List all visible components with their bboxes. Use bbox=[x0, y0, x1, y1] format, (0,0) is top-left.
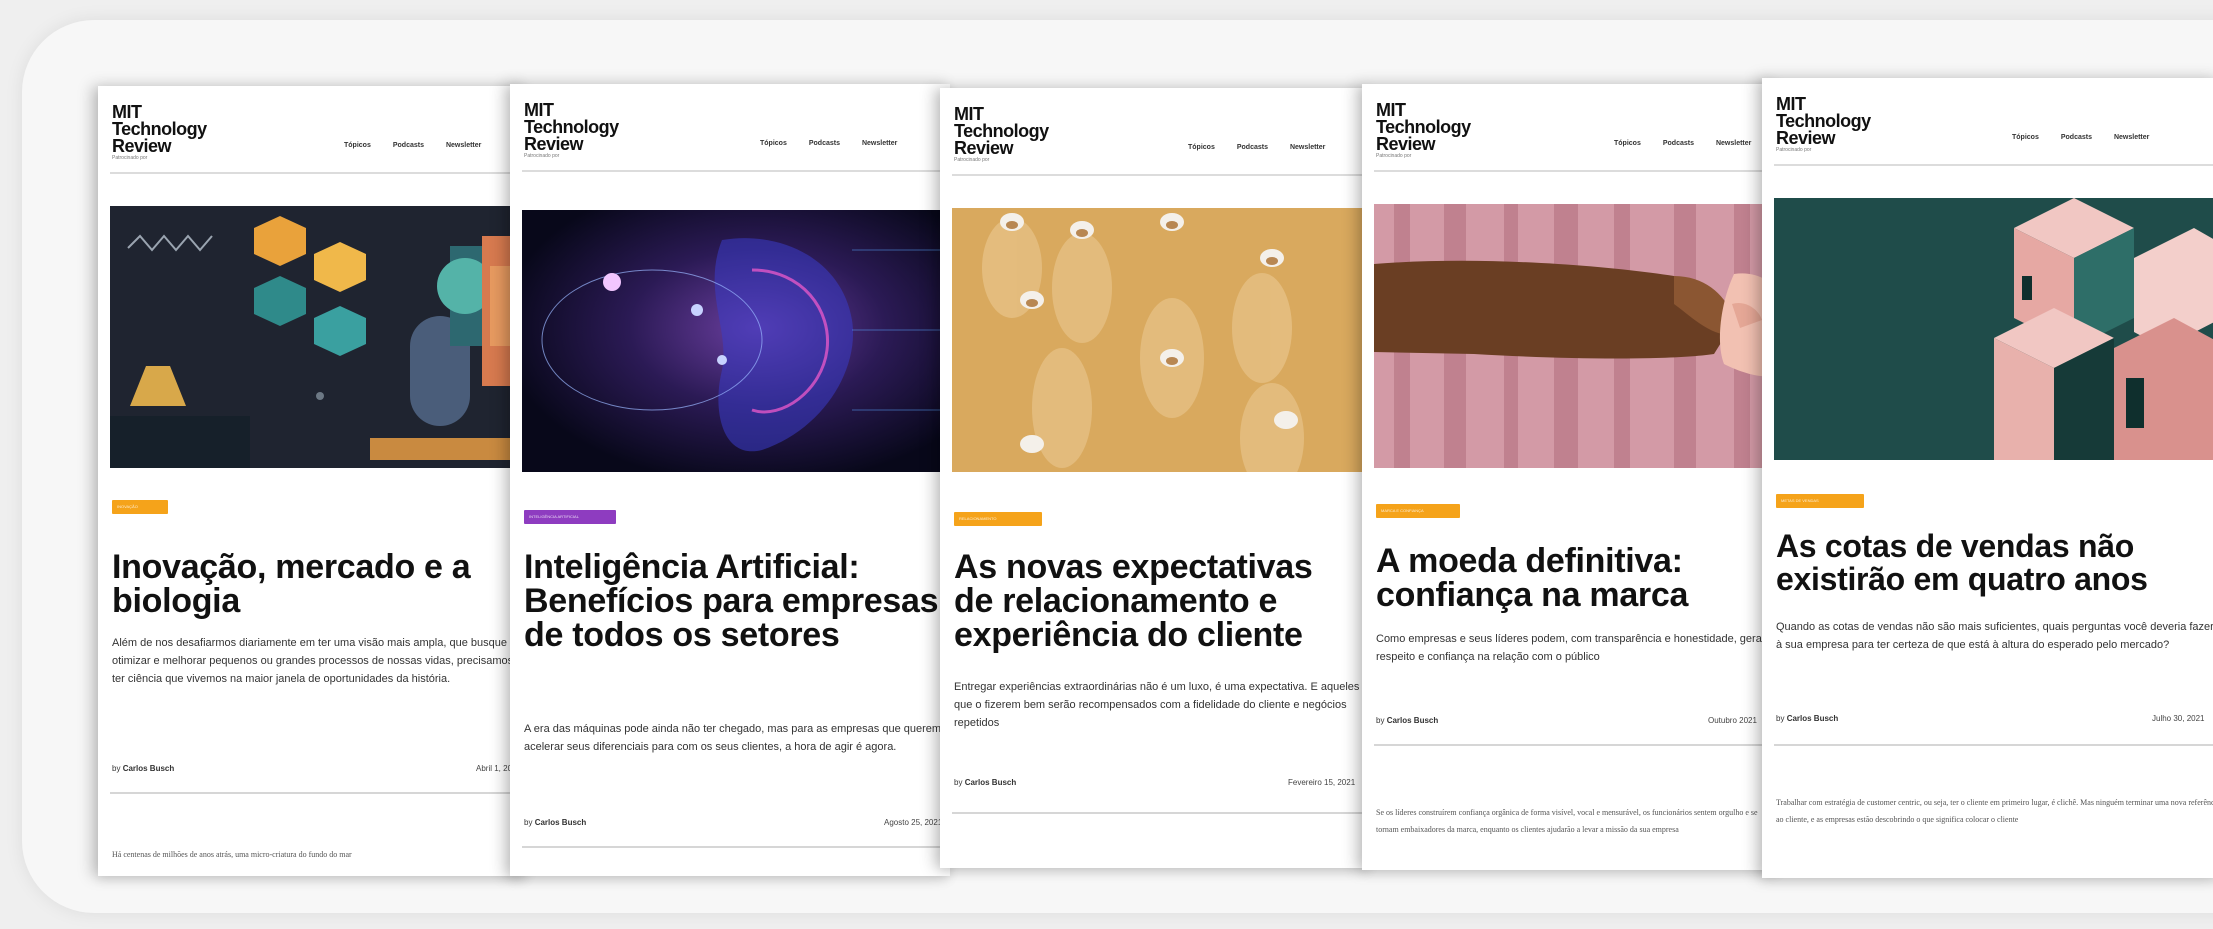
article-date: Fevereiro 15, 2021 bbox=[1288, 778, 1356, 787]
category-tag[interactable]: INTELIGÊNCIA ARTIFICIAL bbox=[524, 510, 616, 524]
article-card-3[interactable]: MIT Technology Review Patrocinado por Tópi… bbox=[940, 88, 1370, 868]
article-card-4[interactable]: MIT Technology Review Patrocinado por Tópi… bbox=[1362, 84, 1780, 870]
article-byline: by Carlos Busch bbox=[954, 778, 1017, 787]
article-divider bbox=[110, 792, 528, 794]
article-hero-image bbox=[1374, 204, 1780, 468]
article-title[interactable]: As cotas de vendas não existirão em quat… bbox=[1776, 530, 2212, 596]
article-title[interactable]: Inteligência Artificial: Benefícios para… bbox=[524, 550, 940, 652]
article-title[interactable]: Inovação, mercado e a biologia bbox=[112, 550, 518, 618]
nav-topics[interactable]: Tópicos bbox=[2012, 134, 2039, 141]
article-card-1[interactable]: MIT Technology Review Patrocinado por Tópi… bbox=[98, 86, 528, 876]
article-date: Julho 30, 2021 bbox=[2152, 714, 2205, 723]
article-title[interactable]: As novas expectativas de relacionamento … bbox=[954, 550, 1360, 652]
nav-newsletter[interactable]: Newsletter bbox=[862, 140, 897, 147]
article-hero-image bbox=[1774, 198, 2213, 460]
top-nav: Tópicos Podcasts Newsletter bbox=[760, 140, 919, 147]
header-divider bbox=[952, 174, 1370, 176]
article-body-preview: Trabalhar com estratégia de customer cen… bbox=[1776, 798, 2213, 824]
nav-topics[interactable]: Tópicos bbox=[344, 142, 371, 149]
article-body-preview: Há centenas de milhões de anos atrás, um… bbox=[112, 850, 352, 859]
mit-technology-review-logo: MIT Technology Review Patrocinado por bbox=[1376, 100, 1471, 159]
article-title[interactable]: A moeda definitiva: confiança na marca bbox=[1376, 544, 1770, 612]
nav-newsletter[interactable]: Newsletter bbox=[446, 142, 481, 149]
nav-podcasts[interactable]: Podcasts bbox=[1237, 144, 1268, 151]
category-tag[interactable]: METAS DE VENDAS bbox=[1776, 494, 1864, 508]
nav-podcasts[interactable]: Podcasts bbox=[809, 140, 840, 147]
article-hero-image bbox=[522, 210, 950, 472]
article-hero-image bbox=[952, 208, 1370, 472]
nav-podcasts[interactable]: Podcasts bbox=[1663, 140, 1694, 147]
article-excerpt: Quando as cotas de vendas não são mais s… bbox=[1776, 621, 2213, 651]
article-divider bbox=[1774, 744, 2213, 746]
article-card-5[interactable]: MIT Technology Review Patrocinado por Tópi… bbox=[1762, 78, 2213, 878]
article-excerpt: A era das máquinas pode ainda não ter ch… bbox=[524, 723, 942, 753]
header-divider bbox=[110, 172, 528, 174]
article-byline: by Carlos Busch bbox=[1776, 714, 1839, 723]
header-divider bbox=[522, 170, 950, 172]
category-tag[interactable]: INOVAÇÃO bbox=[112, 500, 168, 514]
nav-newsletter[interactable]: Newsletter bbox=[2114, 134, 2149, 141]
article-divider bbox=[1374, 744, 1780, 746]
category-tag[interactable]: MARCA E CONFIANÇA bbox=[1376, 504, 1460, 518]
article-body-preview: Se os líderes construírem confiança orgâ… bbox=[1376, 808, 1758, 834]
nav-newsletter[interactable]: Newsletter bbox=[1290, 144, 1325, 151]
nav-topics[interactable]: Tópicos bbox=[1614, 140, 1641, 147]
article-byline: by Carlos Busch bbox=[524, 818, 587, 827]
category-tag[interactable]: RELACIONAMENTO bbox=[954, 512, 1042, 526]
article-date: Outubro 2021 bbox=[1708, 716, 1757, 725]
article-excerpt: Como empresas e seus líderes podem, com … bbox=[1376, 633, 1766, 663]
header-divider bbox=[1774, 164, 2213, 166]
top-nav: Tópicos Podcasts Newsletter bbox=[344, 142, 503, 149]
mit-technology-review-logo: MIT Technology Review Patrocinado por bbox=[112, 102, 207, 161]
article-excerpt: Além de nos desafiarmos diariamente em t… bbox=[112, 637, 514, 685]
nav-podcasts[interactable]: Podcasts bbox=[2061, 134, 2092, 141]
nav-newsletter[interactable]: Newsletter bbox=[1716, 140, 1751, 147]
article-hero-image bbox=[110, 206, 528, 468]
top-nav: Tópicos Podcasts Newsletter bbox=[2012, 134, 2171, 141]
nav-topics[interactable]: Tópicos bbox=[760, 140, 787, 147]
article-card-2[interactable]: MIT Technology Review Patrocinado por Tópi… bbox=[510, 84, 950, 876]
article-divider bbox=[952, 812, 1370, 814]
article-byline: by Carlos Busch bbox=[1376, 716, 1439, 725]
mit-technology-review-logo: MIT Technology Review Patrocinado por bbox=[954, 104, 1049, 163]
mit-technology-review-logo: MIT Technology Review Patrocinado por bbox=[524, 100, 619, 159]
nav-topics[interactable]: Tópicos bbox=[1188, 144, 1215, 151]
article-excerpt: Entregar experiências extraordinárias nã… bbox=[954, 681, 1360, 729]
top-nav: Tópicos Podcasts Newsletter bbox=[1614, 140, 1773, 147]
article-divider bbox=[522, 846, 950, 848]
mit-technology-review-logo: MIT Technology Review Patrocinado por bbox=[1776, 94, 1871, 153]
top-nav: Tópicos Podcasts Newsletter bbox=[1188, 144, 1347, 151]
header-divider bbox=[1374, 170, 1780, 172]
article-date: Agosto 25, 2021 bbox=[884, 818, 943, 827]
article-byline: by Carlos Busch bbox=[112, 764, 175, 773]
nav-podcasts[interactable]: Podcasts bbox=[393, 142, 424, 149]
